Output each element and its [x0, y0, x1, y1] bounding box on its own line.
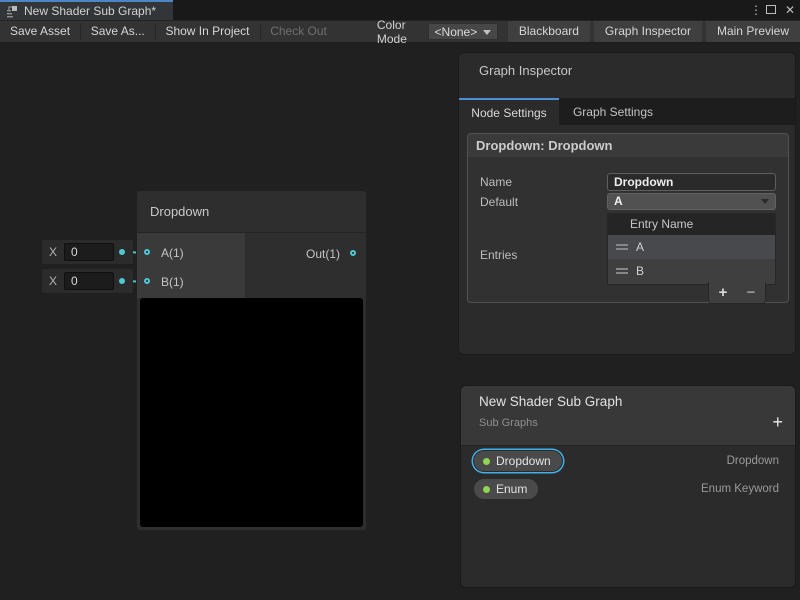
property-dot-icon — [483, 458, 490, 465]
entries-label: Entries — [480, 248, 517, 262]
drag-handle-icon[interactable] — [616, 266, 628, 276]
axis-label: X — [42, 274, 64, 288]
entry-name: A — [636, 240, 644, 254]
entries-list: Entry Name A B — [607, 213, 776, 285]
document-tab[interactable]: New Shader Sub Graph* — [0, 0, 173, 20]
close-icon[interactable]: ✕ — [782, 0, 798, 20]
float-input-b: X 0 — [42, 269, 133, 293]
property-type-label: Dropdown — [727, 455, 779, 467]
shader-graph-icon — [6, 5, 19, 18]
drag-handle-icon[interactable] — [616, 242, 628, 252]
property-pill-dropdown[interactable]: Dropdown — [473, 450, 563, 472]
check-out-button: Check Out — [260, 21, 337, 42]
tab-graph-settings[interactable]: Graph Settings — [559, 98, 667, 125]
node-output-section: Out(1) — [245, 233, 366, 298]
add-entry-button[interactable]: + — [719, 284, 728, 301]
panel-title: Graph Inspector — [479, 63, 572, 78]
toolbar: Save Asset Save As... Show In Project Ch… — [0, 20, 800, 43]
tab-node-settings[interactable]: Node Settings — [459, 98, 559, 125]
graph-inspector-panel: Graph Inspector Node Settings Graph Sett… — [458, 52, 796, 355]
add-property-button[interactable]: + — [772, 410, 783, 434]
tab-title: New Shader Sub Graph* — [24, 4, 156, 18]
blackboard-header: New Shader Sub Graph Sub Graphs + — [461, 386, 795, 446]
blackboard-subtitle: Sub Graphs — [479, 417, 538, 429]
node-preview — [140, 298, 363, 527]
connector-dot-icon[interactable] — [119, 249, 125, 255]
show-in-project-button[interactable]: Show In Project — [155, 21, 259, 42]
input-port-a-label: A(1) — [161, 246, 184, 260]
maximize-icon[interactable] — [766, 5, 776, 14]
color-mode-label: Color Mode — [369, 18, 428, 46]
name-label: Name — [480, 175, 512, 189]
output-port-label: Out(1) — [306, 247, 340, 261]
property-dot-icon — [483, 486, 490, 493]
property-pill-label: Dropdown — [496, 454, 551, 468]
property-pill-label: Enum — [496, 482, 527, 496]
blackboard-title: New Shader Sub Graph — [479, 394, 622, 409]
input-port-a-icon[interactable] — [144, 249, 150, 255]
default-label: Default — [480, 195, 518, 209]
main-preview-toggle-button[interactable]: Main Preview — [706, 21, 800, 42]
dropdown-settings-section: Dropdown: Dropdown Name Dropdown Default… — [467, 133, 789, 303]
chevron-down-icon — [761, 199, 769, 204]
float-value-field[interactable]: 0 — [64, 243, 114, 261]
node-body: A(1) B(1) Out(1) — [137, 233, 366, 298]
input-port-b-icon[interactable] — [144, 278, 150, 284]
float-value-field[interactable]: 0 — [64, 272, 114, 290]
inspector-tab-bar: Node Settings Graph Settings — [459, 98, 795, 125]
entry-row[interactable]: A — [608, 235, 775, 259]
save-asset-button[interactable]: Save Asset — [0, 21, 80, 42]
window-menu-icon[interactable]: ⋮ — [748, 0, 764, 20]
entry-row[interactable]: B — [608, 259, 775, 283]
output-port-icon[interactable] — [350, 250, 356, 256]
property-pill-enum[interactable]: Enum — [473, 478, 539, 500]
entries-header: Entry Name — [608, 214, 775, 235]
default-value: A — [614, 194, 623, 208]
blackboard-toggle-button[interactable]: Blackboard — [508, 21, 590, 42]
input-port-b-label: B(1) — [161, 275, 184, 289]
remove-entry-button[interactable]: − — [747, 284, 756, 301]
entries-list-footer: + − — [708, 282, 766, 304]
node-title[interactable]: Dropdown — [137, 191, 366, 233]
node-input-section: A(1) B(1) — [137, 233, 245, 298]
default-dropdown[interactable]: A — [607, 193, 776, 210]
section-title: Dropdown: Dropdown — [468, 134, 788, 157]
save-as-button[interactable]: Save As... — [81, 21, 155, 42]
color-mode-value: <None> — [435, 25, 478, 39]
name-field[interactable]: Dropdown — [607, 173, 776, 191]
dropdown-node[interactable]: Dropdown A(1) B(1) Out(1) — [136, 190, 367, 531]
chevron-down-icon — [483, 30, 491, 35]
property-type-label: Enum Keyword — [701, 483, 779, 495]
axis-label: X — [42, 245, 64, 259]
float-input-a: X 0 — [42, 240, 133, 264]
entry-name: B — [636, 264, 644, 278]
color-mode-dropdown[interactable]: <None> — [428, 23, 498, 40]
connector-dot-icon[interactable] — [119, 278, 125, 284]
blackboard-panel: New Shader Sub Graph Sub Graphs + Dropdo… — [460, 385, 796, 588]
shader-graph-window: New Shader Sub Graph* ⋮ ✕ Save Asset Sav… — [0, 0, 800, 600]
graph-inspector-toggle-button[interactable]: Graph Inspector — [594, 21, 702, 42]
